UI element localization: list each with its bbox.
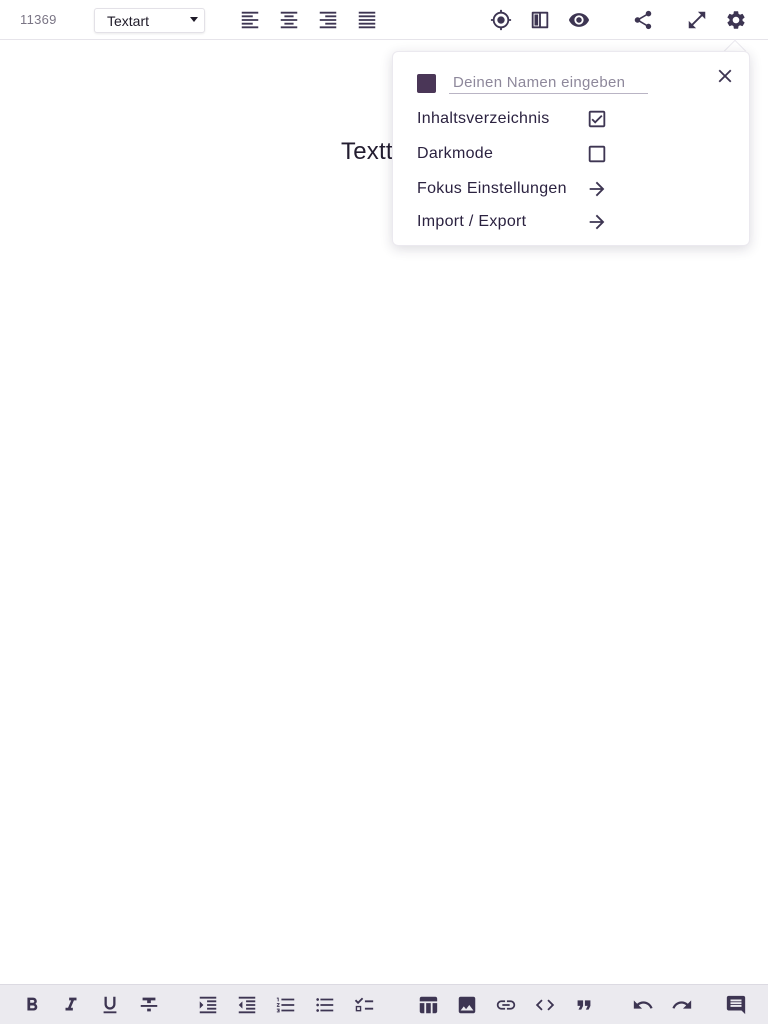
bottom-toolbar [0, 984, 768, 1024]
quote-button[interactable] [570, 991, 598, 1019]
dropdown-caret-icon [190, 17, 198, 22]
import-export-arrow[interactable] [585, 210, 609, 234]
focus-settings-label: Fokus Einstellungen [417, 180, 567, 197]
word-count: 11369 [20, 12, 57, 27]
bullet-list-button[interactable] [311, 991, 339, 1019]
darkmode-checkbox[interactable] [585, 142, 609, 166]
strikethrough-icon [140, 997, 158, 1012]
indent-increase-icon [199, 996, 217, 1014]
top-toolbar: 11369 Textart [0, 0, 768, 40]
focus-button[interactable] [487, 6, 515, 34]
image-button[interactable] [453, 991, 481, 1019]
toc-label: Inhaltsverzeichnis [417, 110, 550, 127]
toc-toggle-row[interactable]: Inhaltsverzeichnis [417, 107, 617, 131]
comment-icon [726, 995, 746, 1015]
focus-settings-arrow[interactable] [585, 177, 609, 201]
focus-settings-row[interactable]: Fokus Einstellungen [417, 177, 617, 201]
align-right-button[interactable] [314, 6, 342, 34]
fullscreen-icon [688, 11, 706, 29]
code-icon [535, 999, 555, 1011]
eye-icon [568, 13, 590, 27]
arrow-right-icon [589, 214, 605, 230]
bold-icon [27, 997, 38, 1011]
align-right-icon [319, 11, 337, 29]
preview-button[interactable] [565, 6, 593, 34]
textart-select-label: Textart [107, 13, 150, 29]
import-export-row[interactable]: Import / Export [417, 210, 617, 234]
document-title[interactable]: Textt [341, 138, 393, 166]
split-view-button[interactable] [526, 6, 554, 34]
darkmode-toggle-row[interactable]: Darkmode [417, 142, 617, 166]
darkmode-label: Darkmode [417, 145, 494, 162]
toc-checkbox[interactable] [585, 107, 609, 131]
split-view-icon [531, 11, 549, 29]
redo-button[interactable] [668, 991, 696, 1019]
table-icon [419, 996, 438, 1014]
fullscreen-button[interactable] [683, 6, 711, 34]
align-center-icon [280, 11, 298, 29]
settings-popup: Inhaltsverzeichnis Darkmode Fokus Einste… [392, 51, 750, 246]
indent-decrease-button[interactable] [233, 991, 261, 1019]
undo-button[interactable] [629, 991, 657, 1019]
italic-button[interactable] [57, 991, 85, 1019]
indent-increase-button[interactable] [194, 991, 222, 1019]
numbered-list-icon [276, 997, 295, 1013]
user-name-input[interactable] [449, 72, 648, 94]
close-button[interactable] [711, 62, 739, 90]
redo-icon [672, 1000, 692, 1009]
quote-icon [577, 1000, 591, 1010]
checklist-button[interactable] [350, 991, 378, 1019]
align-justify-button[interactable] [353, 6, 381, 34]
underline-icon [103, 996, 117, 1014]
crosshair-icon [490, 9, 512, 31]
arrow-right-icon [589, 181, 605, 197]
numbered-list-button[interactable] [272, 991, 300, 1019]
import-export-label: Import / Export [417, 213, 527, 230]
strikethrough-button[interactable] [135, 991, 163, 1019]
align-left-button[interactable] [236, 6, 264, 34]
textart-select[interactable]: Textart [94, 8, 205, 33]
share-icon [634, 10, 652, 30]
bullet-list-icon [316, 998, 334, 1012]
underline-button[interactable] [96, 991, 124, 1019]
settings-button[interactable] [722, 6, 750, 34]
link-icon [496, 1000, 516, 1010]
italic-icon [65, 997, 77, 1011]
user-color-swatch[interactable] [417, 74, 436, 93]
comment-button[interactable] [722, 991, 750, 1019]
undo-icon [633, 1000, 653, 1009]
checklist-icon [354, 997, 374, 1012]
gear-icon [727, 11, 745, 29]
align-justify-icon [358, 11, 376, 29]
indent-decrease-icon [238, 996, 256, 1014]
align-left-icon [241, 11, 259, 29]
share-button[interactable] [629, 6, 657, 34]
close-icon [718, 69, 732, 83]
checkbox-checked-icon [588, 110, 606, 128]
align-center-button[interactable] [275, 6, 303, 34]
checkbox-empty-icon [588, 145, 606, 163]
link-button[interactable] [492, 991, 520, 1019]
image-icon [458, 996, 476, 1014]
table-button[interactable] [414, 991, 442, 1019]
bold-button[interactable] [18, 991, 46, 1019]
code-button[interactable] [531, 991, 559, 1019]
